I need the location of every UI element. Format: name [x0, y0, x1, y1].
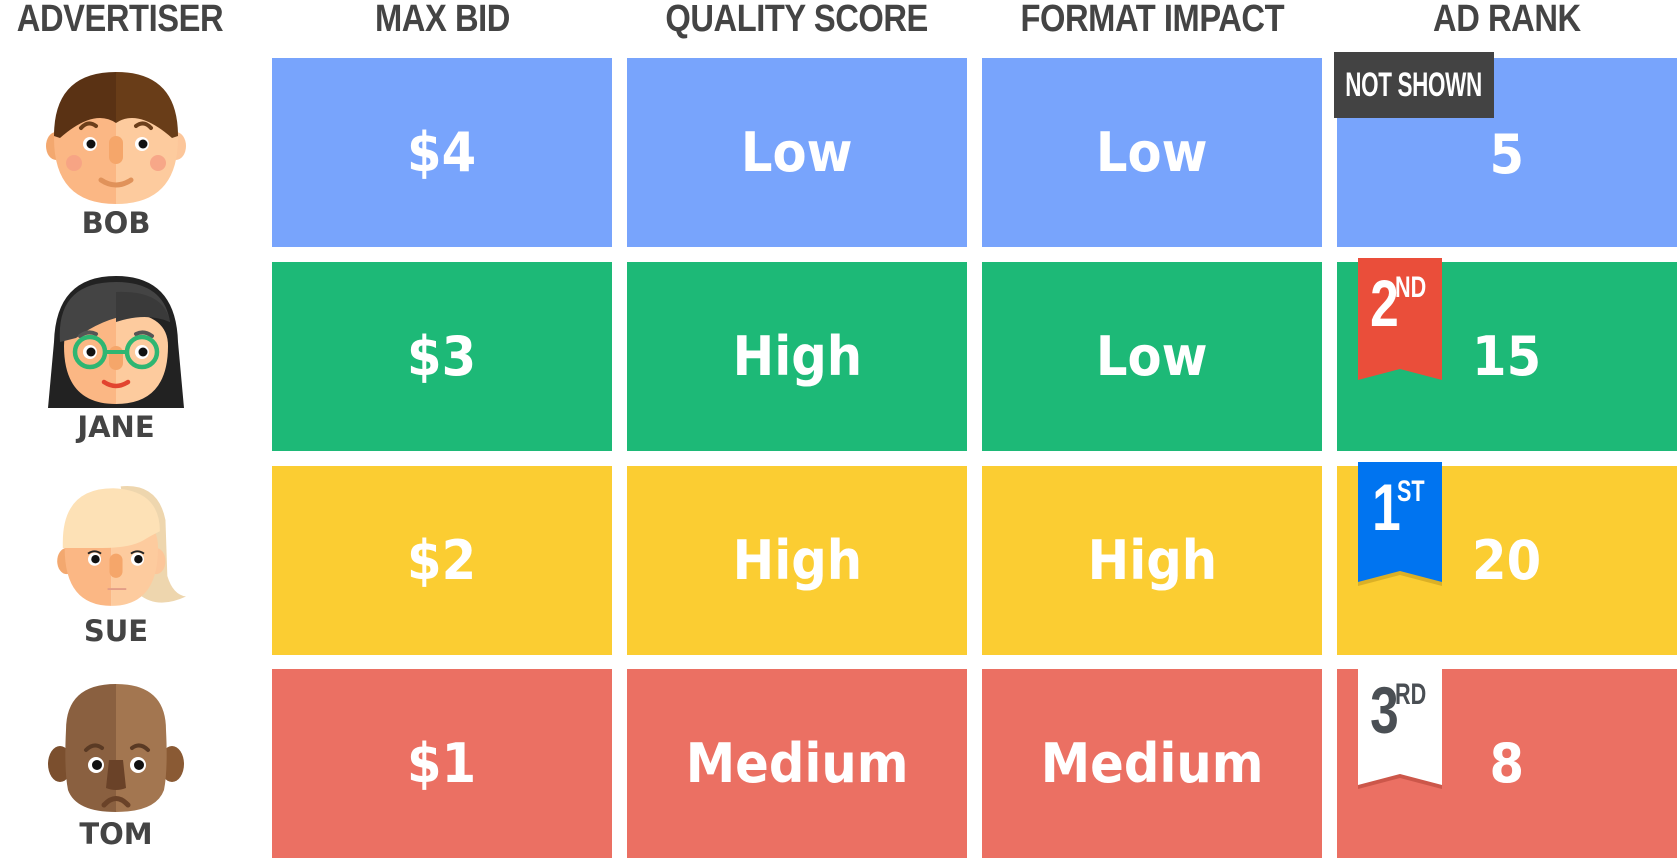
ad-rank-value: 8: [1489, 732, 1525, 795]
header-max-bid-label: MAX BID: [374, 0, 510, 40]
advertiser-name: TOM: [79, 817, 153, 851]
max-bid-value: $2: [407, 529, 477, 592]
ad-rank-value: 15: [1472, 325, 1542, 388]
ad-rank-value: 20: [1472, 529, 1542, 592]
max-bid-cell: $2: [272, 466, 612, 655]
format-impact-cell: Low: [982, 262, 1322, 451]
header-ad-rank: AD RANK: [1337, 0, 1677, 40]
format-impact-value: Low: [1096, 325, 1208, 388]
ribbon-label: 3RD: [1358, 675, 1442, 745]
format-impact-cell: High: [982, 466, 1322, 655]
ribbon-label: 2ND: [1358, 268, 1442, 338]
advertiser-name: JANE: [77, 410, 155, 444]
ribbon-suffix: RD: [1394, 678, 1426, 711]
second-place-ribbon: 2ND: [1358, 258, 1442, 380]
first-place-ribbon: 1ST: [1358, 462, 1442, 586]
header-quality-score: QUALITY SCORE: [627, 0, 967, 40]
quality-score-value: High: [732, 529, 862, 592]
header-advertiser: ADVERTISER: [0, 0, 232, 40]
header-format-impact-label: FORMAT IMPACT: [1020, 0, 1284, 40]
header-advertiser-label: ADVERTISER: [16, 0, 224, 40]
not-shown-label: NOT SHOWN: [1345, 65, 1483, 104]
quality-score-cell: High: [627, 262, 967, 451]
quality-score-cell: Medium: [627, 669, 967, 858]
max-bid-cell: $3: [272, 262, 612, 451]
sue-face-icon: [57, 486, 186, 606]
bob-face-icon: [46, 72, 186, 204]
quality-score-cell: Low: [627, 58, 967, 247]
ad-rank-value: 5: [1489, 123, 1525, 186]
format-impact-value: Low: [1096, 121, 1208, 184]
header-format-impact: FORMAT IMPACT: [982, 0, 1322, 40]
header-quality-score-label: QUALITY SCORE: [665, 0, 929, 40]
header-ad-rank-label: AD RANK: [1433, 0, 1581, 40]
advertiser-name: BOB: [81, 206, 151, 240]
max-bid-cell: $1: [272, 669, 612, 858]
jane-face-icon: [48, 276, 184, 408]
max-bid-value: $3: [407, 325, 477, 388]
header-max-bid: MAX BID: [272, 0, 612, 40]
max-bid-cell: $4: [272, 58, 612, 247]
max-bid-value: $4: [407, 121, 477, 184]
format-impact-cell: Low: [982, 58, 1322, 247]
quality-score-value: Medium: [685, 732, 909, 795]
ribbon-suffix: ND: [1394, 271, 1426, 304]
format-impact-value: High: [1087, 529, 1217, 592]
max-bid-value: $1: [407, 732, 477, 795]
quality-score-cell: High: [627, 466, 967, 655]
tom-face-icon: [48, 684, 184, 812]
quality-score-value: Low: [741, 121, 853, 184]
third-place-ribbon: 3RD: [1358, 665, 1442, 789]
ribbon-label: 1ST: [1358, 472, 1442, 542]
quality-score-value: High: [732, 325, 862, 388]
ribbon-suffix: ST: [1397, 475, 1425, 508]
not-shown-badge: NOT SHOWN: [1334, 52, 1494, 118]
format-impact-value: Medium: [1040, 732, 1264, 795]
advertiser-name: SUE: [83, 614, 149, 648]
format-impact-cell: Medium: [982, 669, 1322, 858]
